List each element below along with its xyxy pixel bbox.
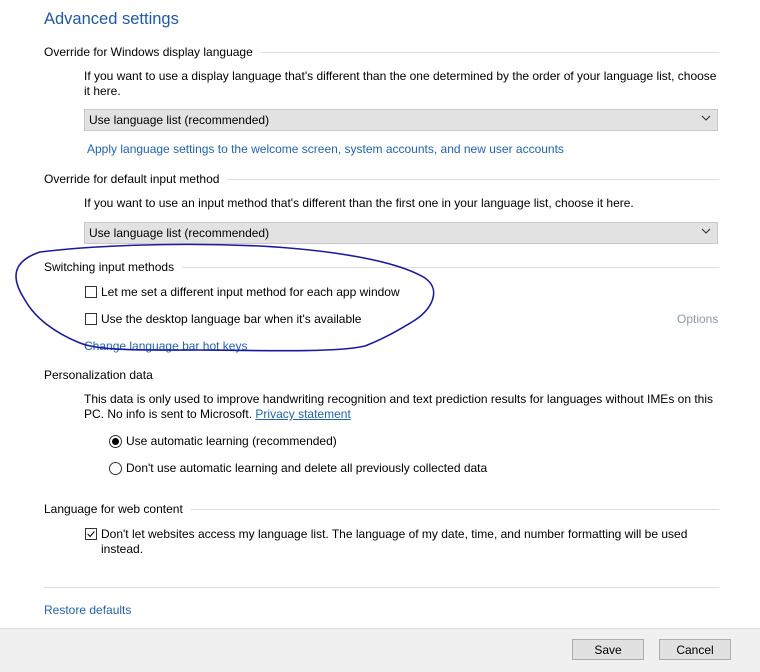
checkbox-box[interactable] [85, 528, 97, 540]
section-divider [182, 267, 719, 268]
auto-learning-label: Use automatic learning (recommended) [126, 434, 337, 448]
no-auto-learning-radio[interactable]: Don't use automatic learning and delete … [109, 461, 487, 475]
input-method-dropdown[interactable]: Use language list (recommended) [84, 222, 718, 244]
input-method-heading: Override for default input method [44, 172, 220, 186]
input-method-dropdown-value: Use language list (recommended) [89, 226, 270, 240]
hand-drawn-annotation [15, 243, 435, 352]
display-language-section-header: Override for Windows display language [44, 44, 719, 60]
language-bar-options-link[interactable]: Options [677, 312, 718, 326]
personalization-description: This data is only used to improve handwr… [84, 392, 714, 421]
block-website-language-checkbox[interactable]: Don't let websites access my language li… [85, 527, 705, 557]
save-button[interactable]: Save [572, 639, 644, 660]
display-language-heading: Override for Windows display language [44, 45, 253, 59]
footer-bar [0, 628, 760, 672]
desktop-language-bar-label: Use the desktop language bar when it's a… [101, 312, 362, 326]
input-method-section-header: Override for default input method [44, 171, 719, 187]
display-language-description: If you want to use a display language th… [84, 69, 717, 98]
display-language-dropdown[interactable]: Use language list (recommended) [84, 109, 718, 131]
checkbox-box[interactable] [85, 286, 97, 298]
checkbox-box[interactable] [85, 313, 97, 325]
no-auto-learning-label: Don't use automatic learning and delete … [126, 461, 488, 475]
bottom-divider [44, 587, 719, 588]
display-language-dropdown-value: Use language list (recommended) [89, 113, 270, 127]
personalization-description-block: This data is only used to improve handwr… [84, 392, 724, 422]
per-app-input-method-checkbox[interactable]: Let me set a different input method for … [85, 285, 400, 299]
privacy-statement-link[interactable]: Privacy statement [255, 407, 350, 421]
personalization-heading: Personalization data [44, 368, 153, 382]
section-divider [190, 509, 719, 510]
radio-button[interactable] [109, 461, 122, 475]
checkmark-icon [87, 531, 95, 538]
personalization-section-header: Personalization data [44, 367, 719, 383]
section-divider [227, 179, 719, 180]
restore-defaults-link[interactable]: Restore defaults [44, 603, 131, 617]
chevron-down-icon [701, 115, 711, 121]
web-content-section-header: Language for web content [44, 501, 719, 517]
radio-button[interactable] [109, 434, 122, 448]
per-app-input-method-label: Let me set a different input method for … [101, 285, 400, 299]
cancel-button[interactable]: Cancel [659, 639, 731, 660]
change-hotkeys-link[interactable]: Change language bar hot keys [84, 339, 247, 353]
block-website-language-label: Don't let websites access my language li… [101, 527, 688, 556]
desktop-language-bar-checkbox[interactable]: Use the desktop language bar when it's a… [85, 312, 361, 326]
apply-language-settings-link[interactable]: Apply language settings to the welcome s… [87, 142, 564, 156]
input-method-description: If you want to use an input method that'… [84, 196, 634, 210]
radio-dot-icon [112, 437, 119, 445]
page-title: Advanced settings [44, 10, 179, 28]
web-content-heading: Language for web content [44, 502, 183, 516]
switching-section-header: Switching input methods [44, 259, 719, 275]
chevron-down-icon [701, 228, 711, 234]
switching-heading: Switching input methods [44, 260, 175, 274]
auto-learning-radio[interactable]: Use automatic learning (recommended) [109, 434, 337, 448]
section-divider [260, 52, 719, 53]
